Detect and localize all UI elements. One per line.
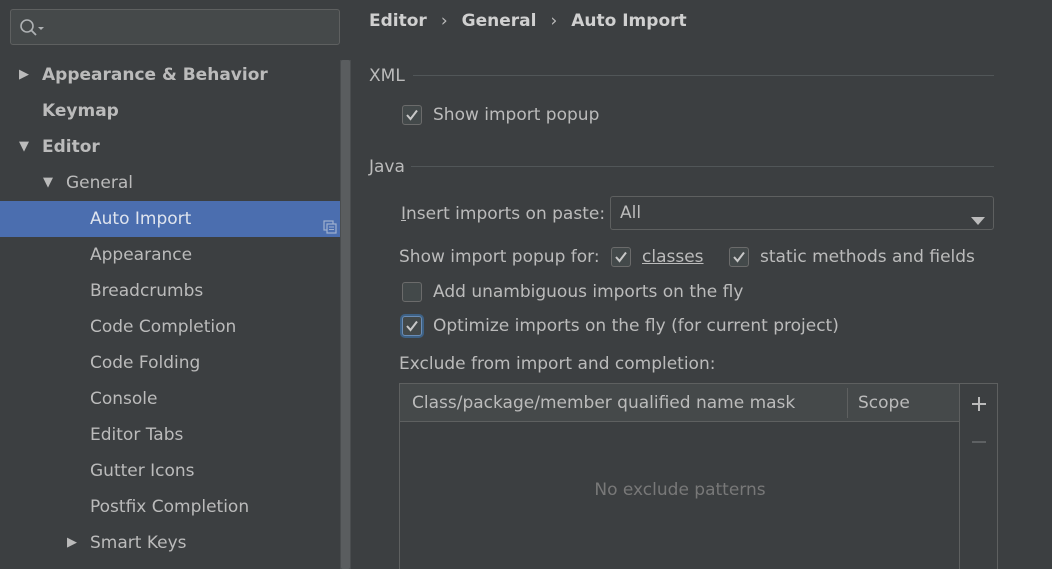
tree-item-label: Editor — [42, 137, 100, 157]
checkbox-label: Add unambiguous imports on the fly — [433, 282, 744, 302]
settings-search-box[interactable] — [10, 9, 340, 45]
collapse-arrow-icon[interactable]: ▼ — [19, 129, 29, 165]
breadcrumb-separator-icon: › — [440, 11, 448, 31]
tree-item-label: Appearance — [90, 245, 193, 265]
tree-item-label: Keymap — [42, 101, 119, 121]
checkbox-label: Show import popup — [433, 105, 600, 125]
tree-item-appearance-behavior[interactable]: ▶ Appearance & Behavior — [0, 57, 340, 93]
chevron-down-icon — [971, 210, 985, 230]
empty-table-text: No exclude patterns — [594, 480, 766, 500]
search-input[interactable] — [51, 14, 331, 40]
checkbox-label: Optimize imports on the fly (for current… — [433, 316, 839, 336]
xml-show-import-popup-checkbox[interactable] — [402, 105, 422, 125]
breadcrumb: Editor › General › Auto Import — [369, 11, 687, 31]
table-toolbar — [959, 384, 997, 569]
tree-item-breadcrumbs[interactable]: Breadcrumbs — [0, 273, 340, 309]
tree-item-keymap[interactable]: Keymap — [0, 93, 340, 129]
tree-item-label: Appearance & Behavior — [42, 65, 268, 85]
tree-item-editor-tabs[interactable]: Editor Tabs — [0, 417, 340, 453]
section-divider — [411, 166, 994, 167]
settings-sidebar: ▶ Appearance & Behavior Keymap ▼ Editor … — [0, 0, 351, 569]
tree-item-editor[interactable]: ▼ Editor — [0, 129, 340, 165]
breadcrumb-item: General — [461, 11, 537, 31]
static-methods-row[interactable]: static methods and fields — [729, 244, 975, 270]
tree-item-label: Code Completion — [90, 317, 237, 337]
show-popup-for-label: Show import popup for: — [399, 247, 600, 267]
tree-item-code-completion[interactable]: Code Completion — [0, 309, 340, 345]
tree-item-label: Editor Tabs — [90, 425, 184, 445]
tree-item-appearance[interactable]: Appearance — [0, 237, 340, 273]
tree-item-label: Code Folding — [90, 353, 201, 373]
breadcrumb-separator-icon: › — [550, 11, 558, 31]
tree-item-code-folding[interactable]: Code Folding — [0, 345, 340, 381]
tree-item-label: Smart Keys — [90, 533, 187, 553]
sidebar-scrollbar-thumb[interactable] — [341, 60, 350, 569]
optimize-imports-row[interactable]: Optimize imports on the fly (for current… — [402, 313, 862, 339]
checkbox-label: classes — [642, 247, 704, 267]
expand-arrow-icon[interactable]: ▶ — [19, 57, 29, 93]
tree-item-postfix-completion[interactable]: Postfix Completion — [0, 489, 340, 525]
search-icon[interactable] — [19, 18, 45, 43]
tree-item-label: Auto Import — [90, 209, 192, 229]
tree-item-general[interactable]: ▼ General — [0, 165, 340, 201]
xml-show-import-popup-row[interactable]: Show import popup — [402, 102, 702, 128]
insert-imports-label-rest: nsert imports on paste: — [406, 204, 606, 224]
tree-item-label: Breadcrumbs — [90, 281, 204, 301]
breadcrumb-item: Editor — [369, 11, 427, 31]
tree-item-auto-import[interactable]: Auto Import — [0, 201, 351, 237]
exclude-patterns-table[interactable]: Class/package/member qualified name mask… — [399, 383, 998, 569]
add-unambiguous-checkbox[interactable] — [402, 282, 422, 302]
tree-item-gutter-icons[interactable]: Gutter Icons — [0, 453, 340, 489]
add-icon[interactable] — [969, 394, 989, 414]
column-divider — [847, 388, 848, 418]
checkbox-label: static methods and fields — [760, 247, 975, 267]
settings-tree: ▶ Appearance & Behavior Keymap ▼ Editor … — [0, 57, 351, 561]
insert-imports-dropdown[interactable]: All — [610, 196, 994, 230]
exclude-label: Exclude from import and completion: — [399, 354, 716, 374]
remove-icon[interactable] — [969, 432, 989, 452]
section-divider — [413, 75, 994, 76]
tree-item-label: Postfix Completion — [90, 497, 250, 517]
tree-item-console[interactable]: Console — [0, 381, 340, 417]
tree-item-label: Console — [90, 389, 158, 409]
optimize-imports-checkbox[interactable] — [402, 316, 422, 336]
column-header-mask[interactable]: Class/package/member qualified name mask — [412, 384, 795, 422]
section-title-java: Java — [369, 157, 405, 177]
static-methods-checkbox[interactable] — [729, 247, 749, 267]
settings-content: Editor › General › Auto Import XML Show impo… — [351, 0, 1052, 569]
insert-imports-label: Insert imports on paste: — [401, 204, 605, 224]
column-header-scope[interactable]: Scope — [858, 384, 910, 422]
tree-item-label: Gutter Icons — [90, 461, 195, 481]
classes-checkbox[interactable] — [611, 247, 631, 267]
collapse-arrow-icon[interactable]: ▼ — [43, 165, 53, 201]
expand-arrow-icon[interactable]: ▶ — [67, 525, 77, 561]
tree-item-label: General — [66, 173, 133, 193]
breadcrumb-item: Auto Import — [571, 11, 687, 31]
add-unambiguous-row[interactable]: Add unambiguous imports on the fly — [402, 279, 802, 305]
classes-row[interactable]: classes — [611, 244, 711, 270]
dropdown-value: All — [620, 203, 642, 223]
table-header: Class/package/member qualified name mask… — [400, 384, 960, 422]
section-title-xml: XML — [369, 66, 405, 86]
tree-item-smart-keys[interactable]: ▶ Smart Keys — [0, 525, 340, 561]
